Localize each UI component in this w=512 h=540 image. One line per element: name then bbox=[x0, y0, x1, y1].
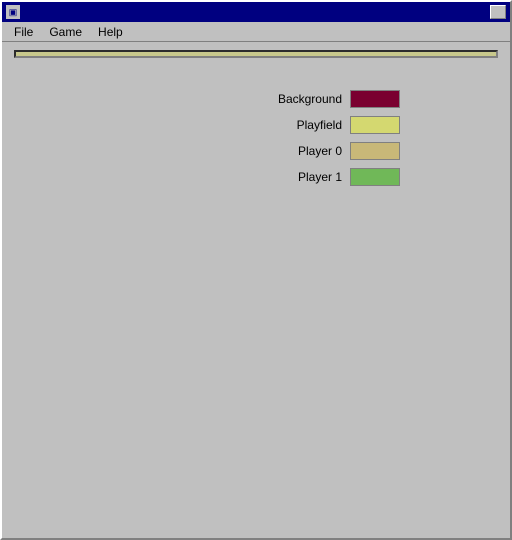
title-bar: ▣ bbox=[2, 2, 510, 22]
legend-swatch-background[interactable] bbox=[350, 90, 400, 108]
title-icon: ▣ bbox=[6, 5, 20, 19]
legend-swatch-playfield[interactable] bbox=[350, 116, 400, 134]
legend-row-background: Background bbox=[262, 90, 494, 108]
content-area: Background Playfield Player 0 Player 1 bbox=[2, 42, 510, 190]
main-window: ▣ File Game Help Background Playfie bbox=[0, 0, 512, 540]
legend-label-playfield: Playfield bbox=[262, 118, 342, 132]
legend-label-player0: Player 0 bbox=[262, 144, 342, 158]
legend-swatch-player1[interactable] bbox=[350, 168, 400, 186]
palette-left bbox=[18, 70, 242, 186]
legend-label-player1: Player 1 bbox=[262, 170, 342, 184]
legend-row-playfield: Playfield bbox=[262, 116, 494, 134]
palette-section: Background Playfield Player 0 Player 1 bbox=[10, 70, 502, 186]
close-button[interactable] bbox=[490, 5, 506, 19]
menu-game[interactable]: Game bbox=[41, 23, 90, 41]
legend-label-background: Background bbox=[262, 92, 342, 106]
track-canvas[interactable] bbox=[14, 50, 498, 58]
menu-bar: File Game Help bbox=[2, 22, 510, 42]
menu-help[interactable]: Help bbox=[90, 23, 131, 41]
legend-row-player1: Player 1 bbox=[262, 168, 494, 186]
legend-row-player0: Player 0 bbox=[262, 142, 494, 160]
legend-swatch-player0[interactable] bbox=[350, 142, 400, 160]
menu-file[interactable]: File bbox=[6, 23, 41, 41]
legend-section: Background Playfield Player 0 Player 1 bbox=[262, 70, 494, 186]
